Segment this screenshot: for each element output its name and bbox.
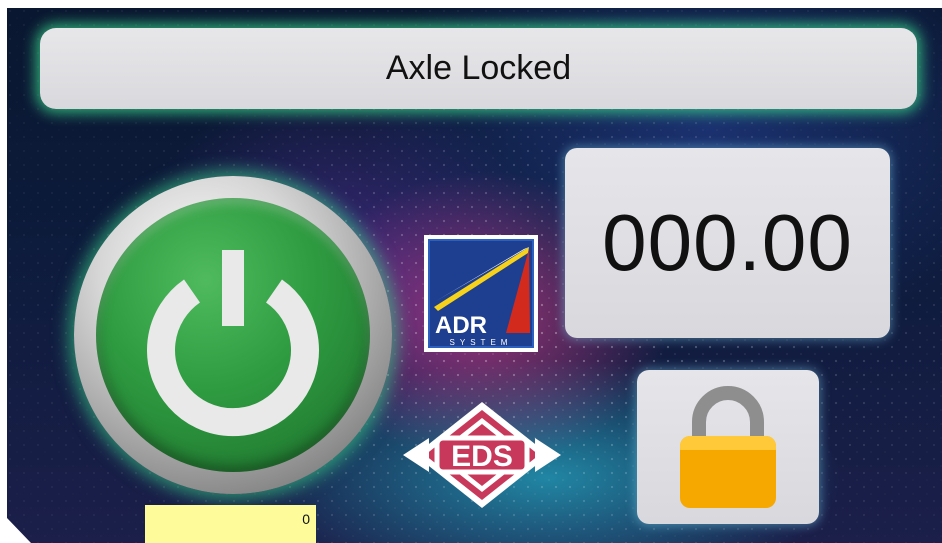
status-bar: Axle Locked [40, 28, 917, 109]
counter-value: 0 [302, 511, 310, 527]
lock-button[interactable] [637, 370, 819, 524]
power-button[interactable] [74, 176, 392, 494]
status-text: Axle Locked [385, 49, 572, 87]
adr-logo-subtext: SYSTEM [450, 338, 513, 347]
value-text: 000.00 [602, 198, 853, 287]
adr-logo-text: ADR [435, 312, 487, 339]
hmi-screen: Axle Locked ADR SYSTEM EDS 000.00 0 [7, 8, 942, 543]
padlock-icon [680, 386, 776, 508]
eds-logo-text: EDS [451, 440, 513, 473]
power-icon [147, 250, 319, 437]
counter-field: 0 [145, 505, 316, 543]
power-button-face [96, 198, 370, 472]
eds-logo: EDS [403, 402, 561, 508]
value-display: 000.00 [565, 148, 890, 338]
corner-marker [7, 518, 31, 543]
adr-logo: ADR SYSTEM [424, 235, 538, 352]
